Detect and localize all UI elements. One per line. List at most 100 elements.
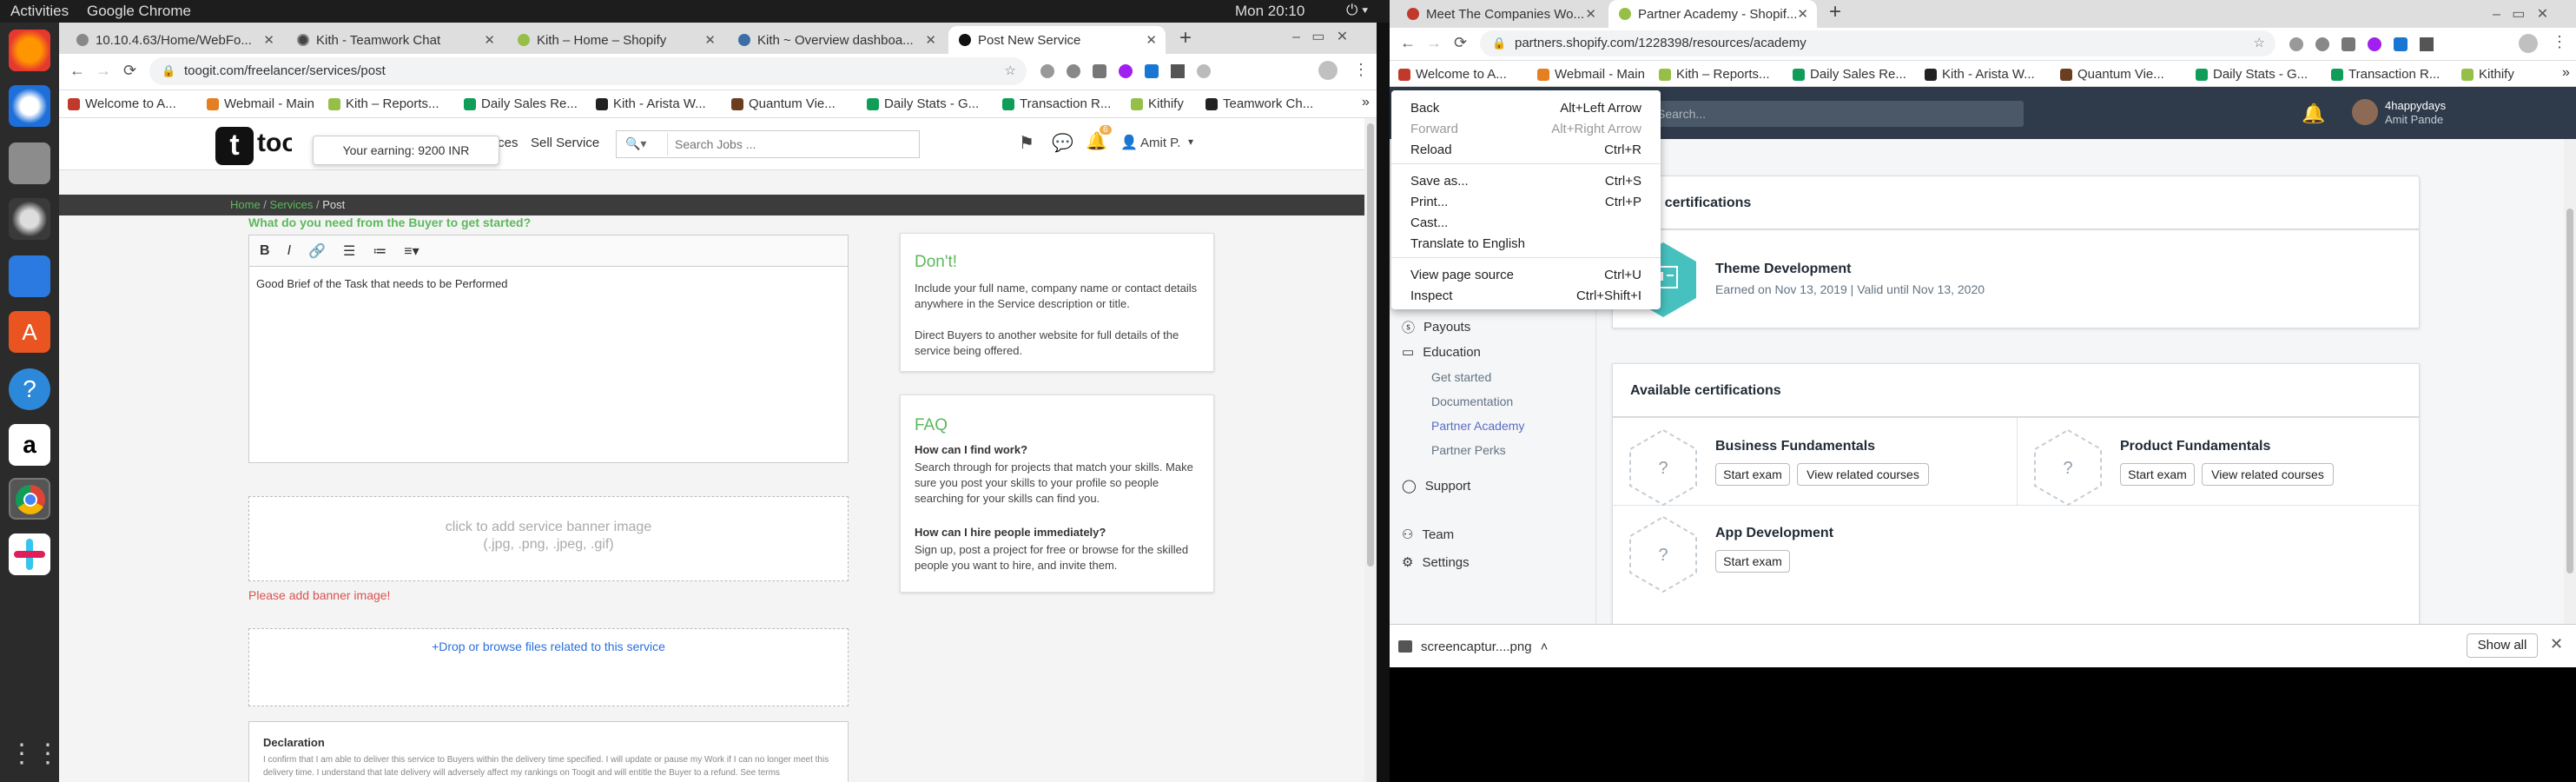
menu-item-cast[interactable]: Cast...	[1391, 212, 1661, 233]
bookmark[interactable]: Daily Stats - G...	[2196, 67, 2308, 82]
bookmark[interactable]: Kithify	[1131, 96, 1184, 111]
menu-item-translate[interactable]: Translate to English	[1391, 233, 1661, 254]
shopify-search[interactable]: Search...	[1650, 101, 2024, 127]
bookmark-star-icon[interactable]: ☆	[2254, 30, 2265, 56]
extension-icon[interactable]	[2315, 37, 2329, 51]
bookmark[interactable]: Quantum Vie...	[731, 96, 836, 111]
bookmark[interactable]: Daily Sales Re...	[464, 96, 578, 111]
sidebar-sub-partner-academy[interactable]: Partner Academy	[1431, 419, 1524, 433]
bell-icon[interactable]: 🔔	[2302, 103, 2325, 125]
back-icon[interactable]: ←	[1400, 34, 1416, 52]
user-menu[interactable]: Amit P.	[1140, 136, 1180, 150]
sidebar-item-support[interactable]: ◯ Support	[1402, 478, 1470, 494]
menu-item-forward[interactable]: Forward Alt+Right Arrow	[1391, 118, 1661, 139]
toogit-logo[interactable]: t	[215, 127, 254, 165]
breadcrumb-services[interactable]: Services	[270, 198, 314, 211]
extension-icon[interactable]	[1145, 64, 1159, 78]
bullet-list-icon[interactable]: ☰	[343, 242, 355, 260]
forward-icon[interactable]: →	[1426, 34, 1442, 52]
extension-icon[interactable]	[2289, 37, 2303, 51]
bookmark[interactable]: Transaction R...	[2331, 67, 2440, 82]
tab-1[interactable]: 10.10.4.63/Home/WebFo... ✕	[66, 26, 283, 54]
link-icon[interactable]: 🔗	[308, 242, 326, 260]
bookmark[interactable]: Welcome to A...	[1398, 67, 1507, 82]
window-controls[interactable]: – ▭ ✕	[2493, 5, 2548, 23]
address-bar[interactable]: 🔒 toogit.com/freelancer/services/post ☆	[149, 57, 1027, 85]
avatar[interactable]	[2352, 99, 2378, 125]
start-exam-button[interactable]: Start exam	[2120, 463, 2195, 486]
tab-5-active[interactable]: Post New Service ✕	[948, 26, 1166, 54]
file-drop-area[interactable]: +Drop or browse files related to this se…	[248, 628, 849, 706]
bookmark[interactable]: Transaction R...	[1002, 96, 1111, 111]
new-tab-icon[interactable]: +	[1829, 0, 1841, 24]
extension-icon[interactable]	[2420, 37, 2434, 51]
window-controls[interactable]: – ▭ ✕	[1292, 28, 1348, 45]
sidebar-item-payouts[interactable]: ⓢ Payouts	[1402, 318, 1470, 336]
rhythmbox-icon[interactable]	[9, 198, 50, 240]
bookmark-star-icon[interactable]: ☆	[1005, 57, 1016, 85]
active-app-menu[interactable]: Google Chrome	[87, 3, 191, 20]
close-icon[interactable]: ✕	[704, 32, 716, 48]
menu-item-view-source[interactable]: View page source Ctrl+U	[1391, 264, 1661, 285]
editor-content[interactable]: Good Brief of the Task that needs to be …	[256, 277, 508, 290]
chat-icon[interactable]: 💬	[1052, 132, 1073, 154]
italic-icon[interactable]: I	[287, 243, 291, 259]
bookmark[interactable]: Kith – Reports...	[328, 96, 439, 111]
download-item[interactable]: screencaptur....png ˄	[1398, 632, 1588, 661]
profile-avatar[interactable]	[2519, 34, 2538, 53]
align-icon[interactable]: ≡▾	[404, 242, 419, 260]
flag-icon[interactable]: ⚑	[1019, 132, 1034, 154]
camera-icon[interactable]	[1093, 64, 1106, 78]
search-icon[interactable]: 🔍▾	[625, 136, 646, 151]
activities-button[interactable]: Activities	[10, 3, 69, 20]
show-applications-icon[interactable]: ⋮⋮⋮	[9, 733, 87, 775]
banner-upload-area[interactable]: click to add service banner image (.jpg,…	[248, 496, 849, 581]
breadcrumb-home[interactable]: Home	[230, 198, 261, 211]
software-center-icon[interactable]: A	[9, 311, 50, 353]
account-menu[interactable]: 4happydays Amit Pande	[2385, 99, 2446, 127]
chevron-down-icon[interactable]: ▾	[1188, 136, 1193, 148]
scrollbar[interactable]	[1364, 118, 1377, 782]
thunderbird-icon[interactable]	[9, 85, 50, 127]
view-related-courses-button[interactable]: View related courses	[2202, 463, 2334, 486]
menu-item-save-as[interactable]: Save as... Ctrl+S	[1391, 170, 1661, 191]
bookmark[interactable]: Kith - Arista W...	[596, 96, 706, 111]
bookmark[interactable]: Webmail - Main	[207, 96, 314, 111]
back-icon[interactable]: ←	[69, 62, 85, 80]
extension-icon[interactable]	[1040, 64, 1054, 78]
extension-icon[interactable]	[1119, 64, 1133, 78]
close-icon[interactable]: ✕	[1585, 6, 1596, 22]
menu-kebab-icon[interactable]: ⋮	[1353, 61, 1369, 79]
sidebar-item-team[interactable]: ⚇ Team	[1402, 527, 1454, 543]
menu-item-reload[interactable]: Reload Ctrl+R	[1391, 139, 1661, 160]
address-bar[interactable]: 🔒 partners.shopify.com/1228398/resources…	[1480, 30, 2275, 56]
search-input[interactable]	[667, 133, 910, 156]
extension-icon[interactable]	[2394, 37, 2408, 51]
start-exam-button[interactable]: Start exam	[1715, 550, 1790, 573]
profile-avatar[interactable]	[1318, 61, 1338, 80]
extension-icon[interactable]	[1197, 64, 1211, 78]
extension-icon[interactable]	[1067, 64, 1080, 78]
bookmark[interactable]: Daily Stats - G...	[867, 96, 979, 111]
power-menu-icon[interactable]: ⏻ ▾	[1346, 2, 1368, 19]
bookmark[interactable]: Kith - Arista W...	[1925, 67, 2035, 82]
sidebar-sub-partner-perks[interactable]: Partner Perks	[1431, 443, 1506, 457]
bookmark[interactable]: Welcome to A...	[68, 96, 176, 111]
help-icon[interactable]: ?	[9, 368, 50, 410]
firefox-icon[interactable]	[9, 30, 50, 71]
amazon-icon[interactable]: a	[9, 424, 50, 466]
camera-icon[interactable]	[2342, 37, 2355, 51]
chevron-up-icon[interactable]: ˄	[1541, 640, 1549, 654]
close-icon[interactable]: ✕	[1797, 6, 1808, 22]
bookmark[interactable]: Teamwork Ch...	[1205, 96, 1313, 111]
start-exam-button[interactable]: Start exam	[1715, 463, 1790, 486]
scrollbar-thumb[interactable]	[1367, 123, 1374, 567]
close-icon[interactable]: ✕	[1146, 32, 1157, 48]
extension-icon[interactable]	[1171, 64, 1185, 78]
bookmark[interactable]: Kith – Reports...	[1659, 67, 1770, 82]
scrollbar-thumb[interactable]	[2566, 209, 2573, 573]
numbered-list-icon[interactable]: ≔	[373, 242, 386, 260]
tab-2-active[interactable]: Partner Academy - Shopif... ✕	[1608, 0, 1817, 28]
more-bookmarks-icon[interactable]: »	[1362, 95, 1370, 110]
show-all-button[interactable]: Show all	[2467, 633, 2538, 658]
